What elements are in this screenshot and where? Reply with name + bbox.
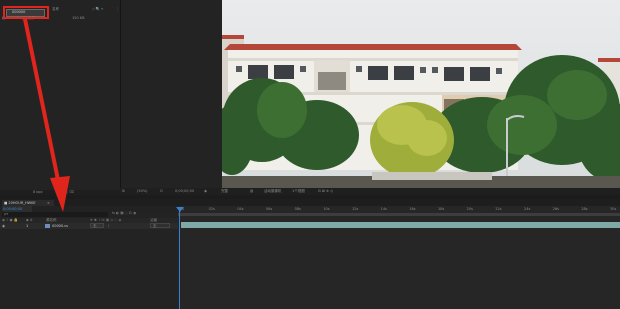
annotation-highlight-box: [3, 6, 49, 19]
layer-number: 1: [26, 224, 29, 228]
camera-dropdown[interactable]: 活动摄像机: [264, 189, 282, 193]
ruler-tick-label: 22s: [495, 207, 502, 211]
project-item-2-size: 150 KB: [72, 16, 85, 20]
project-header-icons: ◇ 🔍 ▾: [92, 7, 104, 11]
work-area-bar[interactable]: [178, 213, 620, 216]
grid-icon[interactable]: ⊡: [160, 189, 163, 193]
timeline-tab-bar: [0, 199, 620, 206]
ruler-tick-label: 08s: [294, 207, 301, 211]
ruler-tick-label: 20s: [466, 207, 473, 211]
playhead-handle[interactable]: [176, 207, 184, 212]
playhead-line[interactable]: [179, 208, 180, 309]
ruler-tick-label: 28s: [581, 207, 588, 211]
snapshot-icon[interactable]: ◉: [204, 189, 207, 193]
col-source-name[interactable]: 源名称: [46, 218, 57, 222]
building-photo: [222, 0, 620, 188]
composition-viewer[interactable]: [222, 0, 620, 188]
ruler-tick-label: 18s: [438, 207, 445, 211]
layer-mode-value: 无: [93, 224, 97, 228]
quality-dropdown[interactable]: 完整: [221, 189, 228, 193]
footage-layer-icon: [45, 224, 50, 228]
ruler-tick-label: 24s: [524, 207, 531, 211]
viewer-toolbar: [120, 188, 620, 195]
zoom-dropdown[interactable]: (50%): [137, 189, 148, 193]
layer-duration-bar[interactable]: [181, 222, 620, 228]
track-area[interactable]: [178, 218, 620, 309]
layer-visibility-icon[interactable]: ◉: [2, 224, 5, 228]
ruler-tick-label: 16s: [409, 207, 416, 211]
viewer-timecode[interactable]: 0;00;00;00: [175, 189, 194, 193]
ruler-tick-label: 12s: [352, 207, 359, 211]
layer-name[interactable]: 00000.cs: [52, 224, 68, 228]
layer-switches-header-icons: ⊕ ✱ ∖ fx ▣ ◎ ◌ ◈: [90, 218, 122, 222]
search-icon: ρ▾: [4, 212, 8, 216]
views-dropdown[interactable]: 1个视图: [292, 189, 305, 193]
magnify-icon[interactable]: ⊞: [122, 189, 125, 193]
ruler-tick-label: 04s: [237, 207, 244, 211]
col-parent[interactable]: 父级: [150, 218, 157, 222]
label-color-icon: ◆ #: [26, 218, 33, 222]
tab-close-icon[interactable]: ×: [47, 201, 50, 205]
av-switch-icons: ◉ ♪ ● 🔒: [2, 218, 19, 222]
project-menu-icon[interactable]: ⋮: [116, 7, 120, 11]
viewer-extra-icons[interactable]: ⊟ ⊠ ⊕ ◎: [318, 189, 333, 193]
project-panel: [0, 0, 222, 195]
timeline-comp-tab-label: ■ 20HOUR_HWKE: [4, 201, 36, 205]
timeline-switch-icons[interactable]: ⇆ ◐ ▦ ◌ ⊡ ◑: [112, 211, 136, 215]
ruler-tick-label: 06s: [266, 207, 273, 211]
panel-divider: [120, 0, 121, 195]
ruler-tick-label: 10s: [323, 207, 330, 211]
project-footer-icons: ▭ ▥ ⌫: [60, 190, 74, 194]
timeline-current-time[interactable]: 0;00;00;00: [3, 207, 22, 211]
bpc-label[interactable]: 8 bpc: [33, 190, 43, 194]
layer-search-field[interactable]: [2, 212, 108, 217]
ruler-tick-label: 30s: [610, 207, 617, 211]
project-name-header: 名称: [52, 7, 59, 11]
layer-quality-icon[interactable]: ∕: [108, 224, 109, 228]
ruler-tick-label: 14s: [380, 207, 387, 211]
parent-value: 无: [153, 224, 157, 228]
roi-icon[interactable]: ▨: [250, 189, 253, 193]
ruler-tick-label: 26s: [552, 207, 559, 211]
ruler-tick-label: 02s: [208, 207, 215, 211]
